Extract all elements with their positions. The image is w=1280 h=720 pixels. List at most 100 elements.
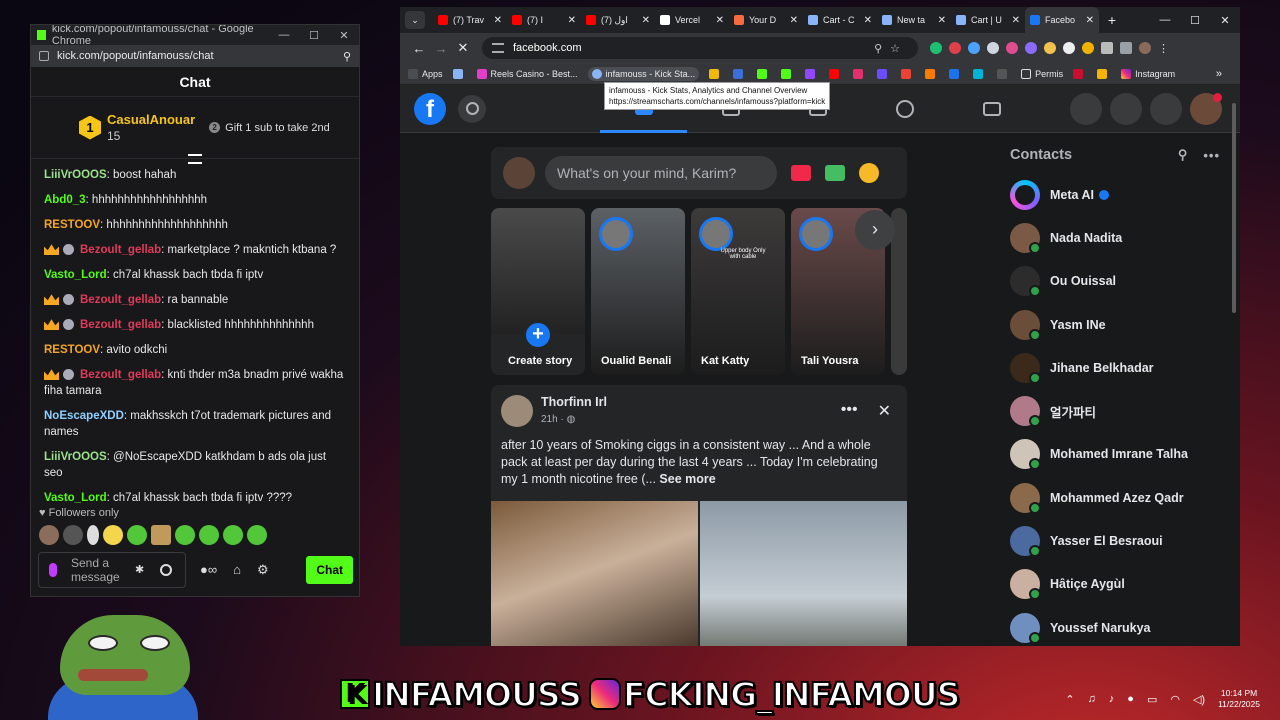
stop-icon[interactable]: ✕ (452, 40, 474, 56)
volume-icon[interactable]: ◁) (1193, 693, 1205, 706)
post-images[interactable] (491, 501, 907, 646)
zoom-icon[interactable]: ⚲ (343, 50, 351, 63)
close-icon[interactable]: ✕ (329, 29, 359, 42)
extension-icon[interactable] (1025, 42, 1037, 54)
facebook-logo-icon[interactable]: f (414, 92, 446, 125)
account-avatar[interactable] (1190, 93, 1222, 125)
chat-username[interactable]: RESTOOV (44, 344, 100, 356)
browser-tab[interactable]: Vercel ✕ (655, 7, 729, 33)
mic-icon[interactable] (49, 563, 57, 577)
avatar[interactable] (503, 157, 535, 189)
chat-username[interactable]: Vasto_Lord (44, 269, 107, 281)
bookmark-icon[interactable] (709, 68, 723, 79)
chat-username[interactable]: RESTOOV (44, 219, 100, 231)
emote[interactable] (247, 525, 267, 545)
scrollbar[interactable] (1232, 95, 1238, 645)
wifi-icon[interactable]: ◠ (1170, 693, 1180, 706)
bookmark-icon[interactable] (1097, 68, 1111, 79)
pinned-gifter[interactable]: 1 CasualAnouar 15 2 Gift 1 sub to take 2n… (31, 97, 359, 164)
minimize-icon[interactable]: — (1150, 14, 1180, 27)
chat-username[interactable]: Bezoult_gellab (80, 319, 161, 331)
mic-icon[interactable]: ● (1127, 693, 1134, 705)
notifications-icon[interactable] (1150, 93, 1182, 125)
address-bar[interactable]: kick.com/popout/infamouss/chat ⚲ (31, 45, 359, 67)
maximize-icon[interactable]: ☐ (1180, 14, 1210, 27)
browser-tab[interactable]: Facebo ✕ (1025, 7, 1099, 33)
message-input[interactable]: Send a message ✱ (38, 552, 186, 588)
create-story-card[interactable]: + Create story (491, 208, 585, 375)
tab-close-icon[interactable]: ✕ (864, 15, 872, 26)
scrollbar-thumb[interactable] (1232, 103, 1236, 313)
chat-username[interactable]: Abd0_3 (44, 194, 86, 206)
contact-item[interactable]: Meta AI (1010, 173, 1220, 216)
more-options-icon[interactable]: ••• (841, 401, 858, 421)
store-icon[interactable]: ⌂ (233, 562, 241, 578)
browser-tab[interactable]: (7) اول ✕ (581, 7, 655, 33)
plus-icon[interactable]: + (523, 320, 553, 350)
bookmark-icon[interactable] (1073, 68, 1087, 79)
bookmark-icon[interactable] (901, 68, 915, 79)
clock[interactable]: 10:14 PM 11/22/2025 (1218, 688, 1260, 710)
chat-username[interactable]: LiiiVrOOOS (44, 451, 107, 463)
bookmark-star-icon[interactable]: ⚲☆ (874, 42, 908, 55)
browser-tab[interactable]: New ta ✕ (877, 7, 951, 33)
settings-icon[interactable]: ⚙ (257, 562, 269, 578)
stories-next-button[interactable]: › (855, 210, 895, 250)
tab-close-icon[interactable]: ✕ (938, 15, 946, 26)
emote[interactable] (223, 525, 243, 545)
bookmark-icon[interactable] (733, 68, 747, 79)
contact-item[interactable]: Yasm INe (1010, 303, 1220, 346)
chat-username[interactable]: NoEscapeXDD (44, 410, 124, 422)
contact-item[interactable]: Mohamed Imrane Talha (1010, 433, 1220, 476)
close-icon[interactable]: ✕ (1210, 14, 1240, 27)
story-card[interactable]: Upper body Only with cable Kat Katty (691, 208, 785, 375)
browser-tab[interactable]: Your D ✕ (729, 7, 803, 33)
search-icon[interactable] (458, 94, 486, 123)
gaming-tab[interactable] (948, 85, 1035, 133)
expand-icon[interactable] (188, 154, 202, 164)
browser-tab[interactable]: (7) I ✕ (507, 7, 581, 33)
bookmark-icon[interactable] (805, 68, 819, 79)
tab-close-icon[interactable]: ✕ (642, 15, 650, 26)
maximize-icon[interactable]: ☐ (299, 29, 329, 42)
chevron-up-icon[interactable]: ⌃ (1065, 693, 1074, 706)
tab-close-icon[interactable]: ✕ (494, 15, 502, 26)
translate-icon[interactable]: ✱ (135, 563, 144, 577)
emote[interactable] (103, 525, 123, 545)
contact-item[interactable]: Nada Nadita (1010, 216, 1220, 259)
post-time[interactable]: 21h (541, 414, 558, 425)
tab-close-icon[interactable]: ✕ (568, 15, 576, 26)
bookmark-icon[interactable] (925, 68, 939, 79)
emote[interactable] (39, 525, 59, 545)
emoji-icon[interactable] (160, 564, 173, 576)
minimize-icon[interactable]: — (269, 29, 299, 42)
extensions-puzzle-icon[interactable] (1101, 42, 1113, 54)
emote[interactable] (63, 525, 83, 545)
gift-hint[interactable]: 2 Gift 1 sub to take 2nd (209, 122, 330, 134)
messenger-icon[interactable] (1110, 93, 1142, 125)
browser-tab[interactable]: (7) Trav ✕ (433, 7, 507, 33)
extension-icon[interactable] (1044, 42, 1056, 54)
chat-username[interactable]: Bezoult_gellab (80, 294, 161, 306)
feeling-icon[interactable] (859, 163, 879, 183)
chat-username[interactable]: Bezoult_gellab (80, 369, 161, 381)
back-icon[interactable]: ← (408, 41, 430, 56)
see-more-link[interactable]: See more (659, 472, 715, 486)
url-bar[interactable]: facebook.com ⚲☆ (482, 37, 918, 59)
bookmark-icon[interactable] (829, 68, 843, 79)
site-info-icon[interactable] (39, 51, 49, 61)
tab-close-icon[interactable]: ✕ (1012, 15, 1020, 26)
bookmark-icon[interactable] (853, 68, 867, 79)
contact-item[interactable]: Jihane Belkhadar (1010, 346, 1220, 389)
contact-item[interactable]: Youssef Narukya (1010, 606, 1220, 646)
emote[interactable] (151, 525, 171, 545)
site-settings-icon[interactable] (492, 43, 504, 53)
bookmark-grid[interactable] (452, 68, 467, 79)
emote[interactable] (199, 525, 219, 545)
speaker-icon[interactable]: ♪ (1109, 693, 1115, 705)
extension-icon[interactable] (1063, 42, 1075, 54)
contact-item[interactable]: Mohammed Azez Qadr (1010, 476, 1220, 519)
post-author[interactable]: Thorfinn Irl (541, 395, 607, 409)
extension-icon[interactable] (930, 42, 942, 54)
menu-icon[interactable]: ⋮ (1158, 42, 1169, 55)
